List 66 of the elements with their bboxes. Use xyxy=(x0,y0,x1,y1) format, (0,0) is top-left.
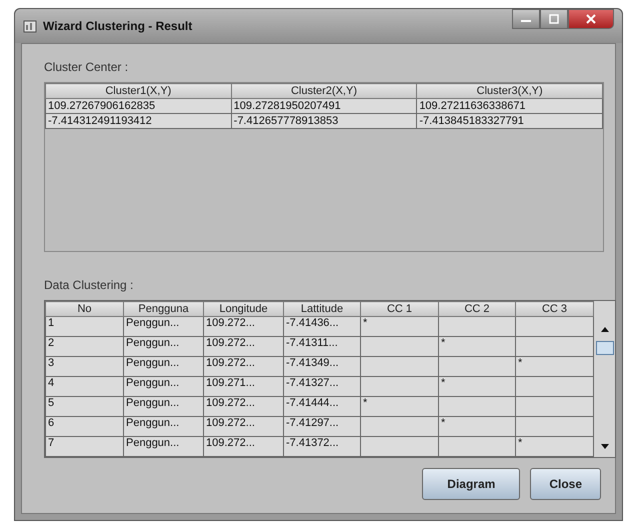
table-cell: Penggun... xyxy=(124,336,204,356)
table-cell: 2 xyxy=(46,336,124,356)
table-cell: 3 xyxy=(46,356,124,376)
table-cell: 109.272... xyxy=(204,416,284,436)
table-cell: -7.41311... xyxy=(284,336,360,356)
column-header[interactable]: CC 1 xyxy=(360,302,438,316)
table-cell: 5 xyxy=(46,396,124,416)
table-cell: Penggun... xyxy=(124,436,204,456)
scroll-thumb[interactable] xyxy=(596,341,614,355)
table-cell: Penggun... xyxy=(124,316,204,336)
section-label: Data Clustering : xyxy=(44,278,134,294)
column-header[interactable]: Lattitude xyxy=(284,302,360,316)
table-cell: Penggun... xyxy=(124,376,204,396)
column-header[interactable]: No xyxy=(46,302,124,316)
table-cell: -7.41327... xyxy=(284,376,360,396)
close-icon xyxy=(586,14,596,24)
table-cell: * xyxy=(516,356,594,376)
table-cell: -7.413845183327791 xyxy=(416,114,602,128)
table-cell: * xyxy=(516,436,594,456)
table-cell: 109.27211636338671 xyxy=(416,98,602,114)
table-cell: 109.27267906162835 xyxy=(46,98,232,114)
section-label: Cluster Center : xyxy=(44,60,130,76)
table-cell: -7.412657778913853 xyxy=(231,114,417,128)
column-header[interactable]: CC 2 xyxy=(438,302,516,316)
table-cell: 4 xyxy=(46,376,124,396)
table-cell: 109.272... xyxy=(204,316,284,336)
table-cell: 109.27281950207491 xyxy=(231,98,417,114)
table-cell: 109.272... xyxy=(204,336,284,356)
table-cell: 109.272... xyxy=(204,356,284,376)
table-cell: -7.414312491193412 xyxy=(46,114,232,128)
maximize-icon xyxy=(548,14,560,24)
table-cell: 1 xyxy=(46,316,124,336)
app-icon xyxy=(23,19,37,33)
diagram-button[interactable]: Diagram xyxy=(422,468,520,500)
table-cell: 109.272... xyxy=(204,436,284,456)
table-cell: * xyxy=(360,316,438,336)
column-header[interactable]: CC 3 xyxy=(516,302,594,316)
table-cell: * xyxy=(438,416,516,436)
table-cell: Penggun... xyxy=(124,416,204,436)
close-dialog-button[interactable]: Close xyxy=(530,468,601,500)
scrollbar[interactable] xyxy=(594,301,615,457)
close-button[interactable] xyxy=(568,9,614,29)
table-cell: * xyxy=(438,336,516,356)
table-cell: 109.271... xyxy=(204,376,284,396)
table-cell: * xyxy=(438,376,516,396)
column-header[interactable]: Pengguna xyxy=(124,302,204,316)
table-cell: 109.272... xyxy=(204,396,284,416)
table-cell: -7.41349... xyxy=(284,356,360,376)
column-header[interactable]: Cluster3(X,Y) xyxy=(416,84,602,98)
column-header[interactable]: Cluster1(X,Y) xyxy=(46,84,232,98)
table-cell: -7.41372... xyxy=(284,436,360,456)
column-header[interactable]: Longitude xyxy=(204,302,284,316)
scroll-down-icon[interactable] xyxy=(600,443,610,451)
table-cell: -7.41297... xyxy=(284,416,360,436)
table-cell: 7 xyxy=(46,436,124,456)
window-title: Wizard Clustering - Result xyxy=(43,19,192,33)
column-header[interactable]: Cluster2(X,Y) xyxy=(231,84,417,98)
table-cell: 6 xyxy=(46,416,124,436)
table-cell: -7.41436... xyxy=(284,316,360,336)
table-cell: * xyxy=(360,396,438,416)
table-cell: -7.41444... xyxy=(284,396,360,416)
scroll-up-icon[interactable] xyxy=(600,325,610,333)
table-cell: Penggun... xyxy=(124,356,204,376)
table-cell: Penggun... xyxy=(124,396,204,416)
minimize-button[interactable] xyxy=(512,9,540,29)
maximize-button[interactable] xyxy=(540,9,568,29)
